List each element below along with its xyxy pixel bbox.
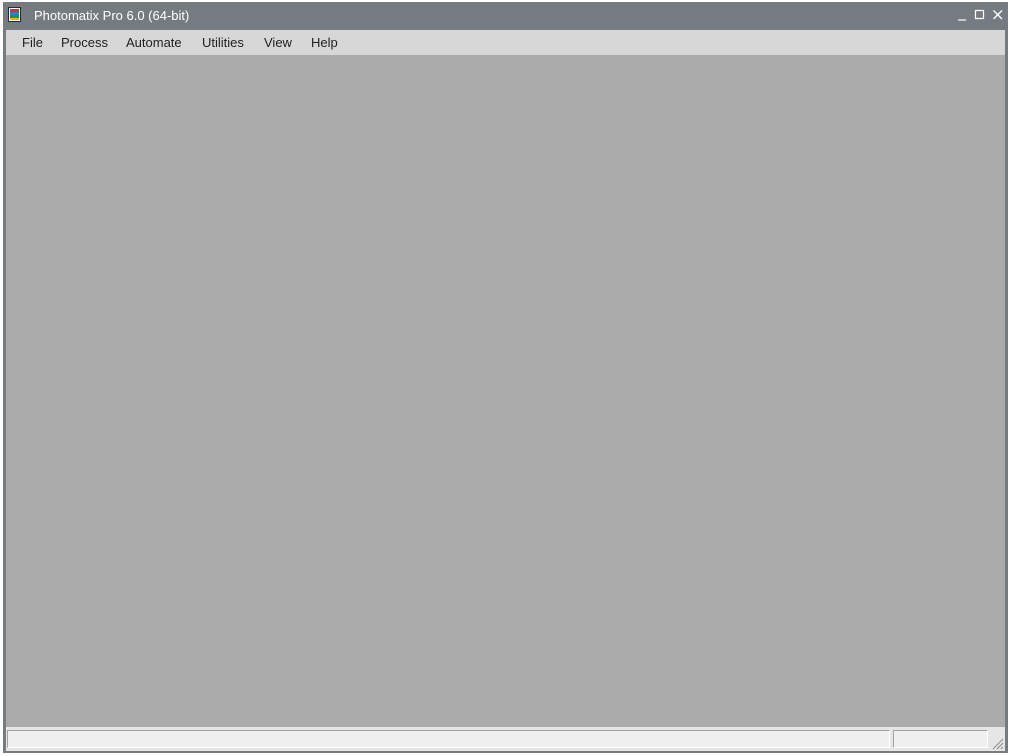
- workspace-area[interactable]: [6, 55, 1005, 727]
- maximize-icon[interactable]: [971, 6, 989, 24]
- menu-utilities[interactable]: Utilities: [202, 30, 244, 55]
- status-pane-main: [7, 730, 890, 748]
- status-bar: [6, 727, 1005, 751]
- menu-automate[interactable]: Automate: [126, 30, 182, 55]
- close-icon[interactable]: [989, 6, 1007, 24]
- app-icon[interactable]: [8, 7, 21, 22]
- status-pane-secondary: [893, 730, 988, 748]
- menu-process[interactable]: Process: [61, 30, 108, 55]
- minimize-icon[interactable]: [953, 6, 971, 24]
- menu-bar: File Process Automate Utilities View Hel…: [6, 30, 1005, 55]
- menu-file[interactable]: File: [22, 30, 43, 55]
- app-window: Photomatix Pro 6.0 (64-bit) File Process…: [3, 2, 1008, 753]
- resize-grip-icon[interactable]: [990, 736, 1004, 750]
- menu-view[interactable]: View: [264, 30, 292, 55]
- menu-help[interactable]: Help: [311, 30, 338, 55]
- window-title: Photomatix Pro 6.0 (64-bit): [34, 8, 190, 23]
- title-bar[interactable]: Photomatix Pro 6.0 (64-bit): [3, 2, 1008, 30]
